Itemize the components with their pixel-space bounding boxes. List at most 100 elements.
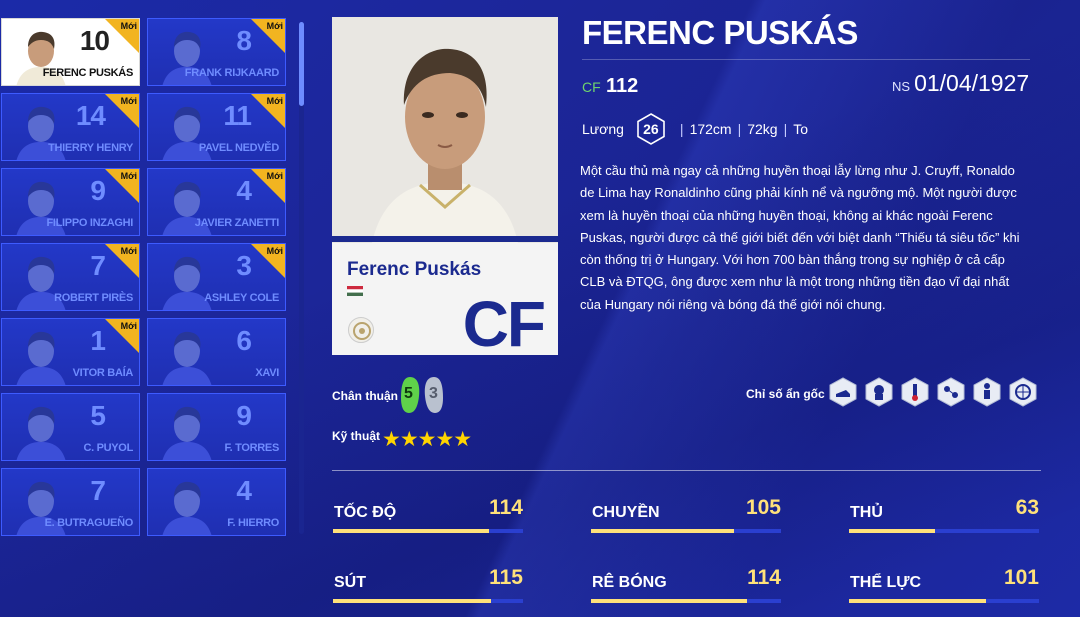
stat-value: 114 [489,496,523,519]
stat-name: THỦ [850,504,883,521]
player-list-name: FRANK RIJKAARD [184,67,280,79]
trophy-icon[interactable] [900,377,930,407]
stat-item: THỂ LỰC 101 [849,566,1039,606]
player-ovr: 112 [605,75,639,97]
player-list-card[interactable]: 7 E. BUTRAGUEÑO [1,468,140,536]
player-photo [332,17,558,243]
player-list-rank: 4 [236,175,252,206]
salary-label: Lương [582,121,624,137]
player-icon[interactable] [972,377,1002,407]
player-list-name: C. PUYOL [83,442,133,454]
new-badge: Mới [251,94,285,128]
card-player-name: Ferenc Puskás [347,259,482,280]
player-list-card[interactable]: 9 F. TORRES [147,393,286,461]
new-badge: Mới [105,319,139,353]
player-list-rank: 1 [90,325,106,356]
player-list-name: F. HIERRO [227,517,279,529]
player-list-name: FERENC PUSKÁS [42,67,134,79]
player-list-card[interactable]: 4 F. HIERRO [147,468,286,536]
player-list-name: E. BUTRAGUEÑO [44,517,134,529]
player-list-rank: 4 [236,475,252,506]
player-list-card[interactable]: 10 FERENC PUSKÁS Mới [1,18,140,86]
stat-item: CHUYỀN 105 [591,496,781,536]
stat-bar-fill [333,529,489,533]
stat-value: 115 [489,566,523,589]
stat-name: CHUYỀN [592,504,660,521]
stat-bar-fill [333,599,491,603]
new-badge: Mới [105,19,139,53]
height-value: 172cm [689,121,732,137]
salary-badge: 26 [636,113,666,145]
player-list: 10 FERENC PUSKÁS Mới 8 FRANK RIJKAARD Mới 14 TH… [0,12,300,542]
player-list-rank: 5 [90,400,106,431]
player-list-name: JAVIER ZANETTI [194,217,280,229]
player-list-name: FILIPPO INZAGHI [46,217,133,229]
player-list-name: PAVEL NEDVĚD [198,142,279,154]
player-list-card[interactable]: 7 ROBERT PIRÈS Mới [1,243,140,311]
player-list-card[interactable]: 9 FILIPPO INZAGHI Mới [1,168,140,236]
player-list-card[interactable]: 6 XAVI [147,318,286,386]
stat-name: SÚT [334,574,366,591]
player-list-card[interactable]: 1 VITOR BAÍA Mới [1,318,140,386]
player-portrait-card: Ferenc Puskás CF [332,17,558,355]
player-thumbnail [156,323,218,385]
new-badge-label: Mới [266,246,283,256]
birth-date-block: NS 01/04/1927 [892,70,1029,97]
stat-name: TỐC ĐỘ [334,504,397,521]
footedness-label: Chân thuận [332,389,398,403]
stat-bar-fill [591,599,747,603]
hidden-traits-label: Chỉ số ẩn gốc [746,387,825,401]
stat-value: 114 [747,566,781,589]
new-badge-label: Mới [266,21,283,31]
icon-season-icon [348,317,374,343]
player-list-rank: 3 [236,250,252,281]
player-list-name: ROBERT PIRÈS [54,292,133,304]
right-foot-value: 3 [429,385,438,402]
player-thumbnail [156,473,218,535]
stat-item: RÊ BÓNG 114 [591,566,781,606]
new-badge-label: Mới [266,96,283,106]
new-badge: Mới [105,244,139,278]
new-badge: Mới [105,169,139,203]
left-foot-icon: 5 [399,376,421,414]
new-badge-label: Mới [120,96,137,106]
title-divider [582,59,1030,60]
player-list-rank: 6 [236,325,252,356]
stat-name: RÊ BÓNG [592,574,667,591]
birth-label: NS [892,79,911,94]
player-thumbnail [156,398,218,460]
player-list-card[interactable]: 3 ASHLEY COLE Mới [147,243,286,311]
player-info-row: Lương 26 | 172cm | 72kg | To [582,113,808,145]
new-badge-label: Mới [266,171,283,181]
stat-bar-fill [849,599,986,603]
player-list-name: XAVI [255,367,279,379]
list-scrollbar-thumb[interactable] [299,22,304,106]
ball-network-icon[interactable] [936,377,966,407]
stat-value: 101 [1003,566,1039,589]
ball-icon[interactable] [1008,377,1038,407]
player-list-card[interactable]: 5 C. PUYOL [1,393,140,461]
player-title: FERENC PUSKÁS [582,14,858,51]
player-list-card[interactable]: 8 FRANK RIJKAARD Mới [147,18,286,86]
player-list-card[interactable]: 11 PAVEL NEDVĚD Mới [147,93,286,161]
new-badge: Mới [251,19,285,53]
build-value: To [793,121,809,137]
skill-stars: ★★★★★ [382,428,472,451]
player-list-card[interactable]: 14 THIERRY HENRY Mới [1,93,140,161]
player-list-rank: 11 [223,100,252,131]
player-list-card[interactable]: 4 JAVIER ZANETTI Mới [147,168,286,236]
stat-item: SÚT 115 [333,566,523,606]
new-badge-label: Mới [120,246,137,256]
new-badge: Mới [251,169,285,203]
card-position: CF [462,288,546,355]
right-foot-icon: 3 [423,376,445,414]
player-list-rank: 7 [90,250,106,281]
player-description: Một cầu thủ mà ngay cả những huyền thoại… [580,163,1020,312]
stats-divider [332,470,1041,471]
new-badge-label: Mới [120,321,137,331]
boot-icon[interactable] [828,377,858,407]
player-position: CF [582,79,601,95]
skill-label: Kỹ thuật [332,429,380,443]
new-badge: Mới [251,244,285,278]
head-icon[interactable] [864,377,894,407]
